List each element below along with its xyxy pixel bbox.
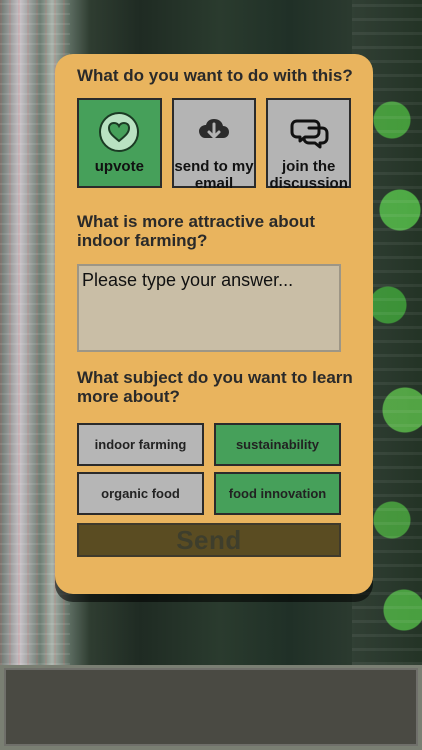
heart-icon: [97, 110, 141, 154]
subject-indoor-farming-label: indoor farming: [94, 436, 187, 452]
chat-bubbles-icon: [287, 110, 331, 154]
answer-text-area[interactable]: [77, 264, 341, 352]
send-to-email-button[interactable]: send to my email: [171, 98, 257, 192]
question-action: What do you want to do with this?: [77, 66, 353, 85]
subject-food-innovation-label: food innovation: [228, 485, 327, 501]
question-subject: What subject do you want to learn more a…: [77, 368, 353, 406]
send-button[interactable]: Send: [77, 523, 341, 557]
upvote-label: upvote: [94, 158, 144, 175]
bottom-panel: [4, 668, 418, 746]
action-buttons: upvote send to my email join the discuss…: [77, 98, 352, 192]
join-discussion-label: join the discussion: [269, 158, 348, 192]
subject-organic-food-label: organic food: [101, 485, 180, 501]
subject-options: indoor farming sustainability organic fo…: [77, 423, 351, 515]
subject-sustainability[interactable]: sustainability: [214, 423, 341, 466]
cloud-download-icon: [192, 110, 236, 154]
feedback-card: What do you want to do with this? upvote…: [55, 54, 373, 594]
question-attractive: What is more attractive about indoor far…: [77, 212, 316, 250]
subject-organic-food[interactable]: organic food: [77, 472, 204, 515]
join-discussion-button[interactable]: join the discussion: [266, 98, 352, 192]
subject-sustainability-label: sustainability: [235, 436, 320, 452]
subject-food-innovation[interactable]: food innovation: [214, 472, 341, 515]
upvote-button[interactable]: upvote: [77, 98, 162, 188]
send-to-email-label: send to my email: [174, 158, 254, 192]
send-button-label: Send: [176, 524, 242, 555]
subject-indoor-farming[interactable]: indoor farming: [77, 423, 204, 466]
